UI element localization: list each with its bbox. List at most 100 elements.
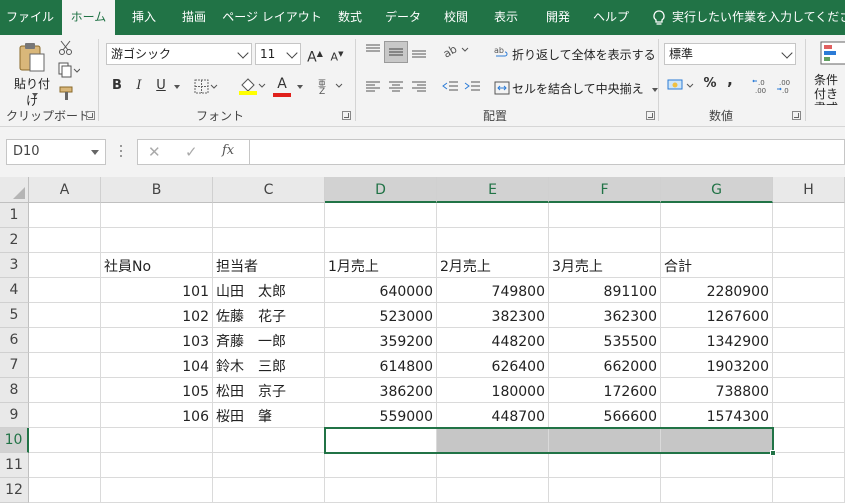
cell-g9[interactable]: 1574300: [661, 403, 773, 428]
cell-c11[interactable]: [213, 453, 325, 478]
cell-d5[interactable]: 523000: [325, 303, 437, 328]
column-header-c[interactable]: C: [213, 177, 325, 203]
cell-g3[interactable]: 合計: [661, 253, 773, 278]
merge-center-button[interactable]: セルを結合して中央揃え: [512, 80, 658, 97]
cell-e6[interactable]: 448200: [437, 328, 549, 353]
cell-a11[interactable]: [29, 453, 101, 478]
cell-h10[interactable]: [773, 428, 845, 453]
font-name-combo[interactable]: 游ゴシック: [106, 43, 252, 65]
align-bottom-icon[interactable]: [410, 43, 428, 59]
cell-a2[interactable]: [29, 228, 101, 253]
cell-a6[interactable]: [29, 328, 101, 353]
column-header-e[interactable]: E: [437, 177, 549, 203]
orientation-icon[interactable]: ab: [442, 41, 470, 59]
cell-f6[interactable]: 535500: [549, 328, 661, 353]
shrink-font-button[interactable]: A▼: [328, 43, 346, 65]
clipboard-launcher-icon[interactable]: [86, 111, 95, 120]
row-header-1[interactable]: 1: [0, 203, 29, 228]
row-header-3[interactable]: 3: [0, 253, 29, 278]
cell-b12[interactable]: [101, 478, 213, 503]
cell-a7[interactable]: [29, 353, 101, 378]
cell-a10[interactable]: [29, 428, 101, 453]
font-color-button[interactable]: A: [272, 73, 292, 97]
column-header-g[interactable]: G: [661, 177, 773, 203]
cell-a12[interactable]: [29, 478, 101, 503]
row-header-8[interactable]: 8: [0, 378, 29, 403]
cell-b2[interactable]: [101, 228, 213, 253]
cell-d1[interactable]: [325, 203, 437, 228]
cell-e4[interactable]: 749800: [437, 278, 549, 303]
cell-f5[interactable]: 362300: [549, 303, 661, 328]
tell-me-box[interactable]: 実行したい作業を入力してください: [652, 0, 845, 35]
tab-page-layout[interactable]: ページ レイアウト: [222, 0, 322, 35]
cell-b8[interactable]: 105: [101, 378, 213, 403]
cell-h11[interactable]: [773, 453, 845, 478]
cell-d9[interactable]: 559000: [325, 403, 437, 428]
decrease-indent-icon[interactable]: [442, 79, 460, 95]
cell-a5[interactable]: [29, 303, 101, 328]
cell-d8[interactable]: 386200: [325, 378, 437, 403]
bold-button[interactable]: B: [108, 75, 126, 97]
grow-font-button[interactable]: A▲: [306, 43, 324, 66]
cell-c10[interactable]: [213, 428, 325, 453]
underline-button[interactable]: U: [152, 75, 170, 97]
cell-f9[interactable]: 566600: [549, 403, 661, 428]
column-header-d[interactable]: D: [325, 177, 437, 203]
decrease-decimal-icon[interactable]: .00.0: [776, 77, 796, 95]
column-header-h[interactable]: H: [773, 177, 845, 203]
tab-insert[interactable]: 挿入: [118, 0, 170, 35]
formula-input[interactable]: [250, 139, 845, 165]
column-header-b[interactable]: B: [101, 177, 213, 203]
cell-a1[interactable]: [29, 203, 101, 228]
cell-f7[interactable]: 662000: [549, 353, 661, 378]
cell-e2[interactable]: [437, 228, 549, 253]
cell-h12[interactable]: [773, 478, 845, 503]
tab-view[interactable]: 表示: [484, 0, 528, 35]
percent-button[interactable]: %: [700, 73, 720, 95]
cell-e8[interactable]: 180000: [437, 378, 549, 403]
tab-data[interactable]: データ: [378, 0, 428, 35]
cut-icon[interactable]: [58, 40, 74, 56]
align-center-icon[interactable]: [387, 79, 405, 95]
cell-h5[interactable]: [773, 303, 845, 328]
cell-g10[interactable]: [661, 428, 773, 453]
cell-c4[interactable]: 山田 太郎: [213, 278, 325, 303]
font-launcher-icon[interactable]: [342, 111, 351, 120]
cell-b11[interactable]: [101, 453, 213, 478]
cell-g8[interactable]: 738800: [661, 378, 773, 403]
cell-f10[interactable]: [549, 428, 661, 453]
cell-c6[interactable]: 斉藤 一郎: [213, 328, 325, 353]
tab-help[interactable]: ヘルプ: [586, 0, 636, 35]
cell-e3[interactable]: 2月売上: [437, 253, 549, 278]
cell-b3[interactable]: 社員No: [101, 253, 213, 278]
cell-a9[interactable]: [29, 403, 101, 428]
row-header-10[interactable]: 10: [0, 428, 29, 453]
cell-c9[interactable]: 桜田 肇: [213, 403, 325, 428]
cell-g11[interactable]: [661, 453, 773, 478]
cell-f4[interactable]: 891100: [549, 278, 661, 303]
cell-f11[interactable]: [549, 453, 661, 478]
cell-h8[interactable]: [773, 378, 845, 403]
insert-function-icon[interactable]: fx: [222, 143, 234, 158]
cell-f1[interactable]: [549, 203, 661, 228]
column-header-a[interactable]: A: [29, 177, 101, 203]
formula-bar-grip-icon[interactable]: [120, 145, 123, 159]
number-launcher-icon[interactable]: [792, 111, 801, 120]
row-header-12[interactable]: 12: [0, 478, 29, 503]
copy-icon[interactable]: [58, 62, 80, 78]
cell-b6[interactable]: 103: [101, 328, 213, 353]
align-top-icon[interactable]: [364, 43, 382, 59]
cell-e11[interactable]: [437, 453, 549, 478]
cell-c2[interactable]: [213, 228, 325, 253]
cell-f12[interactable]: [549, 478, 661, 503]
borders-icon[interactable]: [194, 79, 218, 95]
cell-d2[interactable]: [325, 228, 437, 253]
cell-f8[interactable]: 172600: [549, 378, 661, 403]
cell-d10[interactable]: [325, 428, 437, 453]
paste-button[interactable]: 貼り付け: [10, 39, 54, 108]
cell-g5[interactable]: 1267600: [661, 303, 773, 328]
cell-c8[interactable]: 松田 京子: [213, 378, 325, 403]
cell-e9[interactable]: 448700: [437, 403, 549, 428]
cell-a4[interactable]: [29, 278, 101, 303]
cell-c7[interactable]: 鈴木 三郎: [213, 353, 325, 378]
